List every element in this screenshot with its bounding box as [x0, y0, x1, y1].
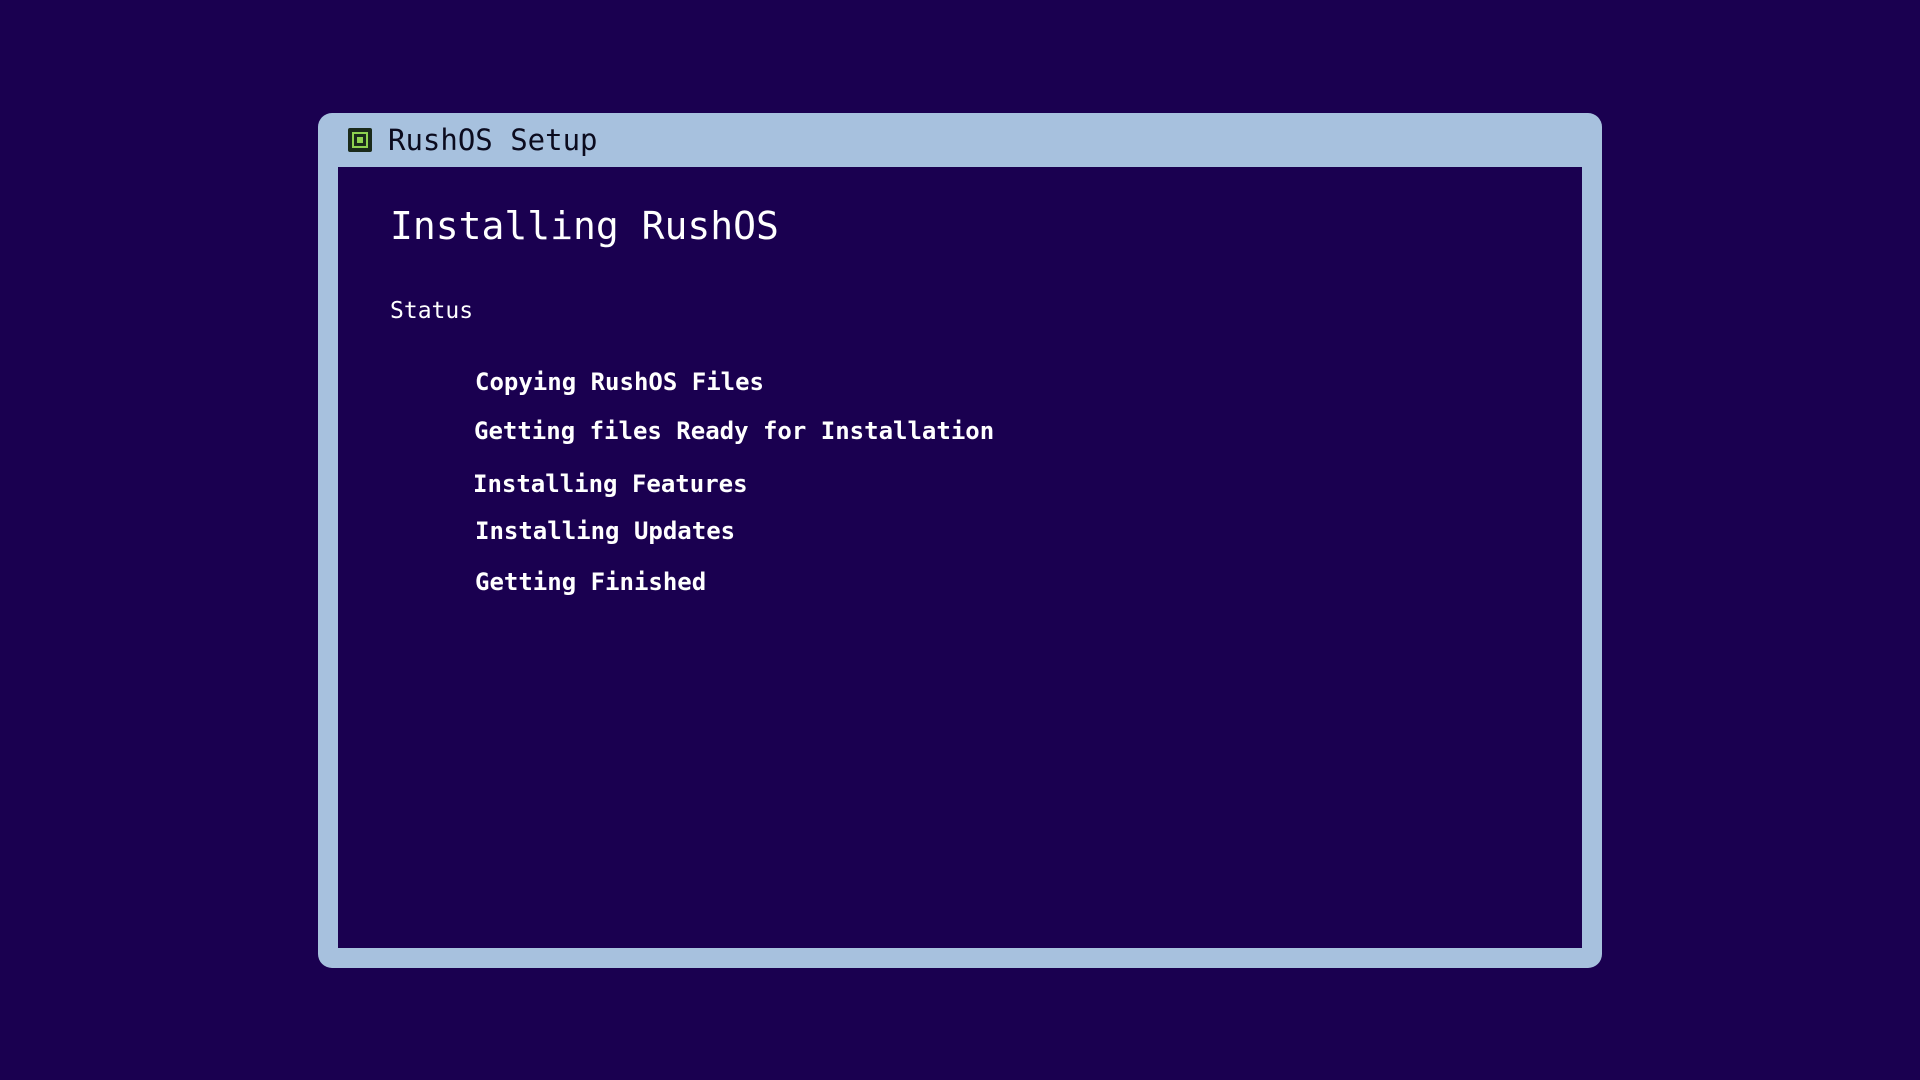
desktop-background: RushOS Setup Installing RushOS Status Co…	[0, 0, 1920, 1080]
setup-window: RushOS Setup Installing RushOS Status Co…	[318, 113, 1602, 968]
step-copying-files: Copying RushOS Files	[475, 368, 764, 396]
step-getting-finished: Getting Finished	[475, 568, 707, 596]
window-titlebar[interactable]: RushOS Setup	[318, 113, 1602, 167]
setup-content-panel: Installing RushOS Status Copying RushOS …	[338, 167, 1582, 948]
step-installing-updates: Installing Updates	[475, 517, 736, 545]
status-label: Status	[390, 298, 474, 324]
rushos-chip-icon	[348, 128, 372, 152]
step-installing-features: Installing Features	[473, 470, 748, 498]
chip-icon-core	[357, 137, 363, 143]
page-title: Installing RushOS	[390, 204, 779, 248]
window-title: RushOS Setup	[388, 123, 598, 157]
step-getting-files-ready: Getting files Ready for Installation	[474, 417, 995, 445]
